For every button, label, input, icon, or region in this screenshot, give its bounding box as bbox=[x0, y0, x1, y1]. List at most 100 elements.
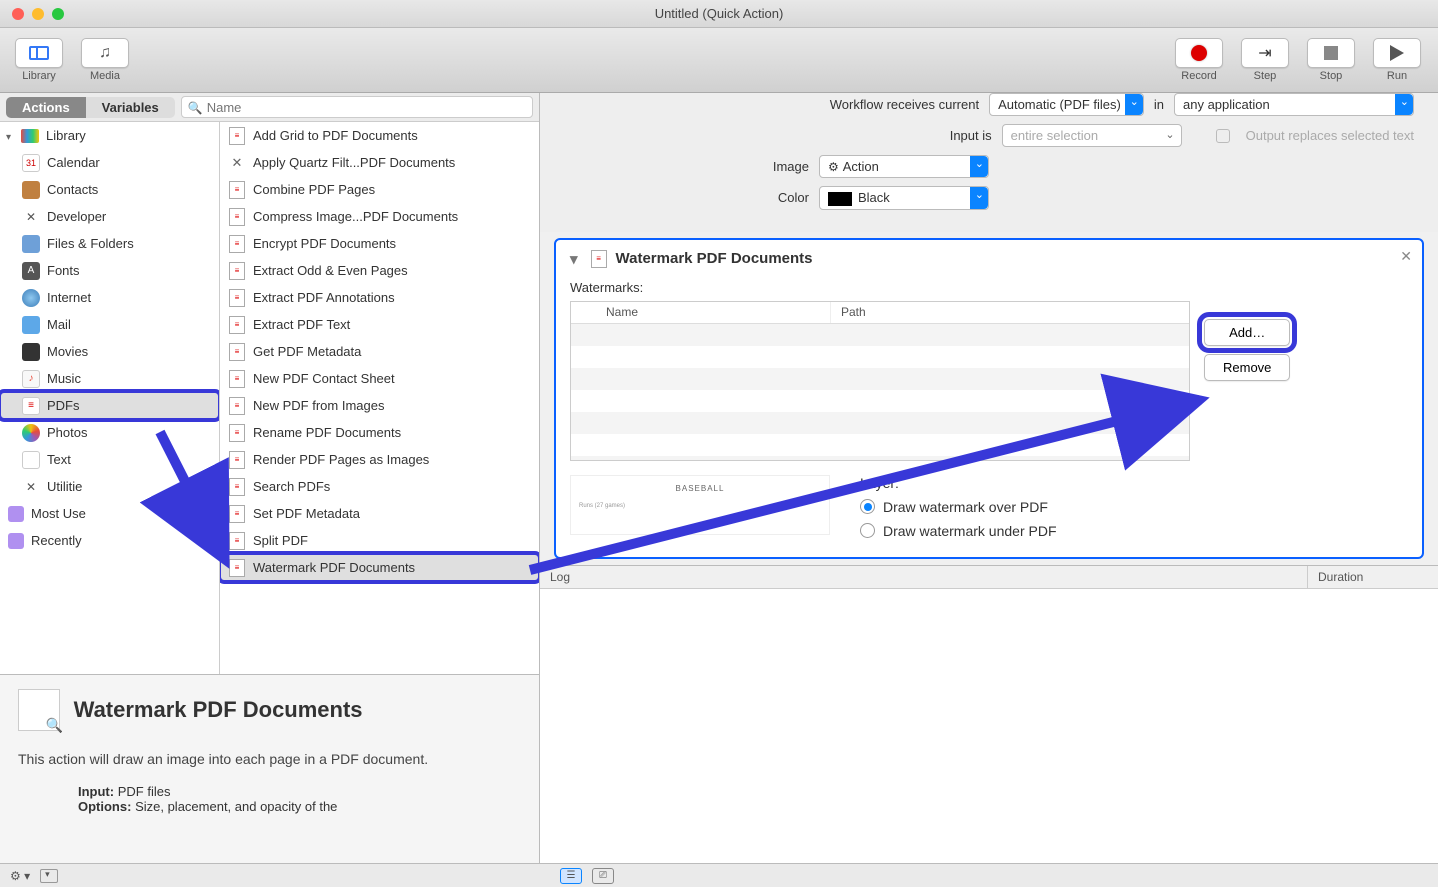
output-replaces-label: Output replaces selected text bbox=[1246, 128, 1414, 143]
library-root-label: Library bbox=[46, 128, 86, 143]
workflow-options-button[interactable] bbox=[40, 869, 58, 883]
search-field[interactable] bbox=[181, 96, 533, 118]
smart-folder-icon bbox=[8, 533, 24, 549]
category-recently[interactable]: Recently bbox=[0, 527, 219, 554]
category-contacts[interactable]: Contacts bbox=[0, 176, 219, 203]
category-photos[interactable]: Photos bbox=[0, 419, 219, 446]
color-label: Color bbox=[764, 190, 809, 205]
category-music[interactable]: Music bbox=[0, 365, 219, 392]
action-item[interactable]: Combine PDF Pages bbox=[220, 176, 539, 203]
watermarks-table[interactable]: Name Path bbox=[570, 301, 1190, 461]
category-mail[interactable]: Mail bbox=[0, 311, 219, 338]
fonts-icon bbox=[22, 262, 40, 280]
category-fonts[interactable]: Fonts bbox=[0, 257, 219, 284]
media-toolbar-button[interactable]: Media bbox=[76, 38, 134, 82]
card-header[interactable]: Watermark PDF Documents bbox=[570, 250, 1408, 268]
action-item[interactable]: Compress Image...PDF Documents bbox=[220, 203, 539, 230]
library-lists: Library Calendar Contacts Developer File… bbox=[0, 122, 539, 675]
application-dropdown[interactable]: any application bbox=[1174, 93, 1414, 116]
action-watermark-pdf[interactable]: Watermark PDF Documents bbox=[220, 554, 539, 581]
action-item[interactable]: Extract PDF Annotations bbox=[220, 284, 539, 311]
list-view-button[interactable]: ☰ bbox=[560, 868, 582, 884]
layer-over-radio[interactable]: Draw watermark over PDF bbox=[860, 499, 1057, 515]
pdf-action-icon bbox=[228, 370, 246, 388]
library-toolbar-button[interactable]: Library bbox=[10, 38, 68, 82]
record-toolbar-button[interactable]: Record bbox=[1170, 38, 1228, 82]
action-item[interactable]: Encrypt PDF Documents bbox=[220, 230, 539, 257]
action-item[interactable]: Get PDF Metadata bbox=[220, 338, 539, 365]
info-input-label: Input: bbox=[78, 784, 114, 799]
library-toolbar-label: Library bbox=[22, 70, 56, 82]
utilities-icon bbox=[22, 478, 40, 496]
output-replaces-checkbox[interactable] bbox=[1216, 129, 1230, 143]
quartz-icon bbox=[228, 154, 246, 172]
action-item[interactable]: Set PDF Metadata bbox=[220, 500, 539, 527]
action-item[interactable]: Extract PDF Text bbox=[220, 311, 539, 338]
close-action-button[interactable]: ✕ bbox=[1400, 248, 1412, 265]
add-watermark-button[interactable]: Add… bbox=[1204, 319, 1290, 346]
action-item[interactable]: Render PDF Pages as Images bbox=[220, 446, 539, 473]
run-toolbar-button[interactable]: Run bbox=[1368, 38, 1426, 82]
image-dropdown[interactable]: Action bbox=[819, 155, 989, 178]
music-icon bbox=[22, 370, 40, 388]
color-swatch bbox=[828, 192, 852, 206]
action-item[interactable]: Split PDF bbox=[220, 527, 539, 554]
action-item[interactable]: Apply Quartz Filt...PDF Documents bbox=[220, 149, 539, 176]
remove-watermark-button[interactable]: Remove bbox=[1204, 354, 1290, 381]
step-icon bbox=[1258, 43, 1271, 63]
receives-dropdown[interactable]: Automatic (PDF files) bbox=[989, 93, 1144, 116]
globe-icon bbox=[22, 289, 40, 307]
search-input[interactable] bbox=[207, 100, 526, 115]
actions-list[interactable]: Add Grid to PDF Documents Apply Quartz F… bbox=[220, 122, 539, 674]
workflow-area: Workflow receives current Automatic (PDF… bbox=[540, 93, 1438, 863]
action-item[interactable]: Rename PDF Documents bbox=[220, 419, 539, 446]
category-movies[interactable]: Movies bbox=[0, 338, 219, 365]
run-toolbar-label: Run bbox=[1387, 70, 1407, 82]
action-item[interactable]: New PDF Contact Sheet bbox=[220, 365, 539, 392]
footer: ☰ ⎚ bbox=[0, 863, 1438, 887]
gear-menu-button[interactable] bbox=[10, 868, 30, 883]
step-toolbar-button[interactable]: Step bbox=[1236, 38, 1294, 82]
category-developer[interactable]: Developer bbox=[0, 203, 219, 230]
tab-actions[interactable]: Actions bbox=[6, 97, 86, 118]
receives-label: Workflow receives current bbox=[830, 97, 979, 112]
play-icon bbox=[1390, 45, 1404, 61]
category-text[interactable]: Text bbox=[0, 446, 219, 473]
stop-icon bbox=[1324, 46, 1338, 60]
pdf-action-icon bbox=[228, 397, 246, 415]
media-icon bbox=[99, 44, 111, 62]
input-is-dropdown[interactable]: entire selection bbox=[1002, 124, 1182, 147]
category-internet[interactable]: Internet bbox=[0, 284, 219, 311]
disclosure-triangle-icon[interactable] bbox=[6, 128, 14, 143]
category-pdfs[interactable]: PDFs bbox=[0, 392, 219, 419]
media-toolbar-label: Media bbox=[90, 70, 120, 82]
category-utilities[interactable]: Utilitie bbox=[0, 473, 219, 500]
layer-under-radio[interactable]: Draw watermark under PDF bbox=[860, 523, 1057, 539]
pdf-action-icon bbox=[228, 559, 246, 577]
action-item[interactable]: Search PDFs bbox=[220, 473, 539, 500]
action-item[interactable]: New PDF from Images bbox=[220, 392, 539, 419]
movies-icon bbox=[22, 343, 40, 361]
pdf-action-icon bbox=[228, 181, 246, 199]
library-icon bbox=[29, 46, 49, 60]
disclosure-triangle-icon[interactable] bbox=[570, 250, 582, 268]
action-item[interactable]: Extract Odd & Even Pages bbox=[220, 257, 539, 284]
category-list[interactable]: Library Calendar Contacts Developer File… bbox=[0, 122, 220, 674]
pdf-icon bbox=[22, 397, 40, 415]
log-area: Log Duration bbox=[540, 565, 1438, 863]
category-calendar[interactable]: Calendar bbox=[0, 149, 219, 176]
flow-view-button[interactable]: ⎚ bbox=[592, 868, 614, 884]
workflow-settings: Workflow receives current Automatic (PDF… bbox=[540, 93, 1438, 232]
tab-variables[interactable]: Variables bbox=[86, 97, 175, 118]
category-files[interactable]: Files & Folders bbox=[0, 230, 219, 257]
pdf-action-icon bbox=[228, 424, 246, 442]
action-item[interactable]: Add Grid to PDF Documents bbox=[220, 122, 539, 149]
color-dropdown[interactable]: Black bbox=[819, 186, 989, 210]
stop-toolbar-button[interactable]: Stop bbox=[1302, 38, 1360, 82]
library-root[interactable]: Library bbox=[0, 122, 219, 149]
category-most-used[interactable]: Most Use bbox=[0, 500, 219, 527]
log-body[interactable] bbox=[540, 589, 1438, 863]
in-label: in bbox=[1154, 97, 1164, 112]
input-is-label: Input is bbox=[950, 128, 992, 143]
pdf-action-icon bbox=[228, 478, 246, 496]
